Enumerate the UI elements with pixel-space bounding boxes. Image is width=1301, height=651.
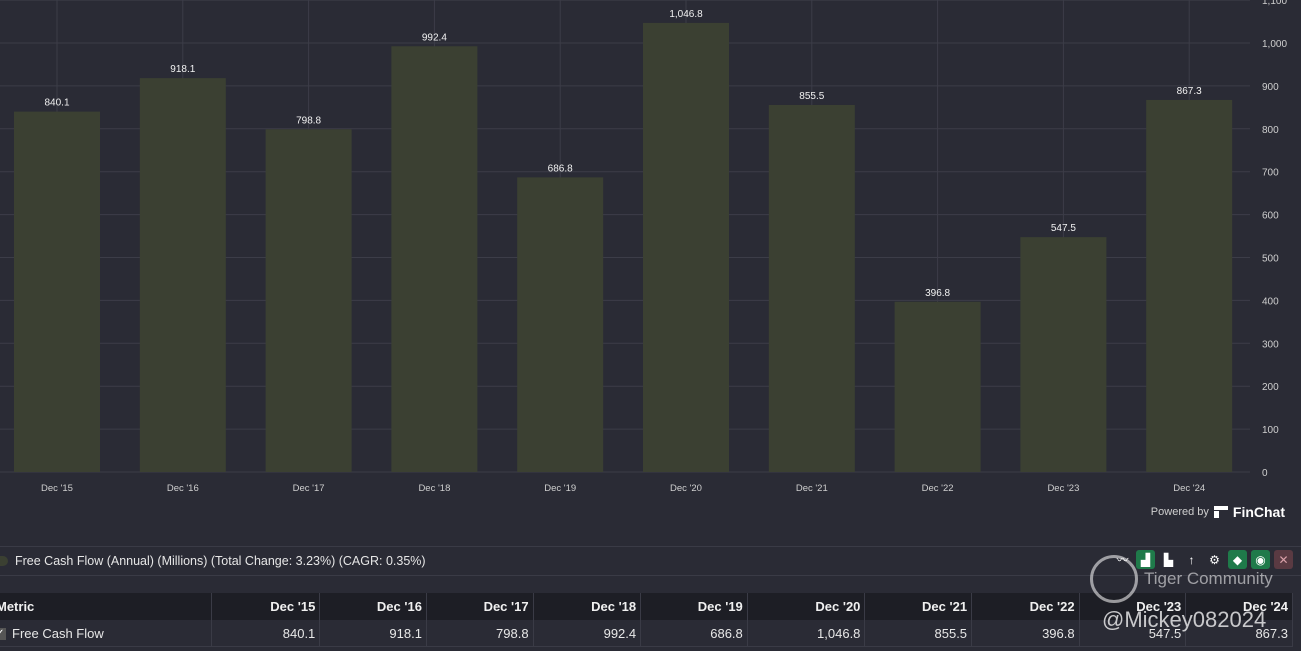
x-tick-label: Dec '24 (1173, 483, 1205, 494)
tag-icon[interactable]: ◆ (1228, 550, 1247, 569)
x-tick-label: Dec '15 (41, 483, 73, 494)
powered-by[interactable]: Powered by FinChat (1151, 504, 1285, 520)
bar (139, 78, 226, 472)
line-chart-icon[interactable]: 〰 (1113, 550, 1132, 569)
bar (14, 111, 100, 472)
bar (391, 46, 478, 472)
column-header[interactable]: Dec '16 (319, 593, 427, 620)
eye-icon[interactable]: ◉ (1251, 550, 1270, 569)
column-header[interactable]: Dec '20 (747, 593, 866, 620)
chart-toolbar: 〰 ▟ ▙ ↑ ⚙ ◆ ◉ ✕ (1113, 550, 1293, 569)
bar (1020, 237, 1107, 472)
data-label: 918.1 (170, 64, 195, 75)
powered-by-label: Powered by (1150, 506, 1209, 518)
value-cell: 855.5 (864, 620, 973, 647)
table-header-row: Metric Dec '15 Dec '16 Dec '17 Dec '18 Dec '… (0, 593, 1293, 620)
value-cell: 1,046.8 (747, 620, 866, 647)
x-tick-label: Dec '22 (922, 483, 954, 494)
x-tick-label: Dec '18 (418, 483, 450, 494)
y-tick-label: 0 (1262, 468, 1268, 479)
column-header[interactable]: Dec '21 (864, 593, 973, 620)
close-icon[interactable]: ✕ (1274, 550, 1293, 569)
data-label: 1,046.8 (669, 9, 703, 20)
x-tick-label: Dec '16 (167, 483, 199, 494)
y-tick-label: 400 (1262, 296, 1279, 307)
y-tick-label: 500 (1262, 254, 1279, 265)
stacked-bar-icon[interactable]: ▙ (1159, 550, 1178, 569)
data-label: 992.4 (422, 32, 447, 43)
value-cell: 547.5 (1079, 620, 1187, 647)
bar-chart-icon[interactable]: ▟ (1136, 550, 1155, 569)
legend-label: Free Cash Flow (Annual) (Millions) (Tota… (15, 554, 426, 568)
column-header[interactable]: Dec '22 (971, 593, 1080, 620)
column-header[interactable]: Dec '24 (1185, 593, 1293, 620)
y-tick-label: 900 (1262, 82, 1279, 93)
value-cell: 918.1 (319, 620, 427, 647)
data-label: 855.5 (799, 91, 824, 102)
y-tick-label: 1,000 (1262, 39, 1287, 50)
value-cell: 798.8 (426, 620, 534, 647)
value-cell: 992.4 (533, 620, 642, 647)
column-header[interactable]: Dec '18 (533, 593, 642, 620)
finchat-logo-icon (1213, 506, 1228, 518)
bar (1146, 99, 1233, 473)
sort-icon[interactable]: ↑ (1182, 550, 1201, 569)
column-header[interactable]: Dec '15 (211, 593, 321, 620)
value-cell: 396.8 (971, 620, 1080, 647)
data-label: 798.8 (296, 115, 321, 126)
data-label: 840.1 (44, 98, 69, 109)
bar (517, 177, 604, 472)
header-metric: Metric (0, 593, 212, 620)
gear-icon[interactable]: ⚙ (1205, 550, 1224, 569)
y-tick-label: 700 (1262, 168, 1279, 179)
column-header[interactable]: Dec '23 (1079, 593, 1187, 620)
x-tick-label: Dec '23 (1047, 483, 1079, 494)
legend: Free Cash Flow (Annual) (Millions) (Tota… (0, 546, 1301, 576)
x-tick-label: Dec '19 (544, 483, 576, 494)
y-tick-label: 300 (1262, 339, 1279, 350)
y-tick-label: 200 (1262, 382, 1279, 393)
metric-name: Free Cash Flow (12, 625, 104, 641)
checkbox-icon[interactable]: ✓ (0, 628, 6, 641)
y-tick-label: 800 (1262, 125, 1279, 136)
data-label: 547.5 (1051, 223, 1076, 234)
bar (894, 301, 981, 472)
data-label: 686.8 (548, 163, 573, 174)
value-cell: 867.3 (1185, 620, 1293, 647)
y-tick-label: 1,100 (1262, 0, 1287, 7)
data-table: Metric Dec '15 Dec '16 Dec '17 Dec '18 Dec '… (0, 593, 1293, 647)
bar (265, 129, 352, 472)
table-row: ✓ Free Cash Flow 840.1 918.1 798.8 992.4 686.… (0, 620, 1293, 647)
data-label: 867.3 (1177, 86, 1202, 97)
y-tick-label: 100 (1262, 425, 1279, 436)
column-header[interactable]: Dec '19 (640, 593, 748, 620)
y-tick-label: 600 (1262, 211, 1279, 222)
bar (768, 104, 855, 472)
bar-chart: 0 100 200 300 400 500 600 700 800 900 1,000 1,100 84… (0, 0, 1287, 494)
data-label: 396.8 (925, 288, 950, 299)
brand-name: FinChat (1232, 504, 1285, 520)
value-cell: 840.1 (211, 620, 321, 647)
x-tick-label: Dec '17 (293, 483, 325, 494)
metric-cell[interactable]: ✓ Free Cash Flow (0, 620, 212, 647)
series-color-swatch (0, 556, 8, 566)
column-header[interactable]: Dec '17 (426, 593, 534, 620)
x-tick-label: Dec '20 (670, 483, 702, 494)
value-cell: 686.8 (640, 620, 748, 647)
x-tick-label: Dec '21 (796, 483, 828, 494)
bar (643, 22, 729, 473)
